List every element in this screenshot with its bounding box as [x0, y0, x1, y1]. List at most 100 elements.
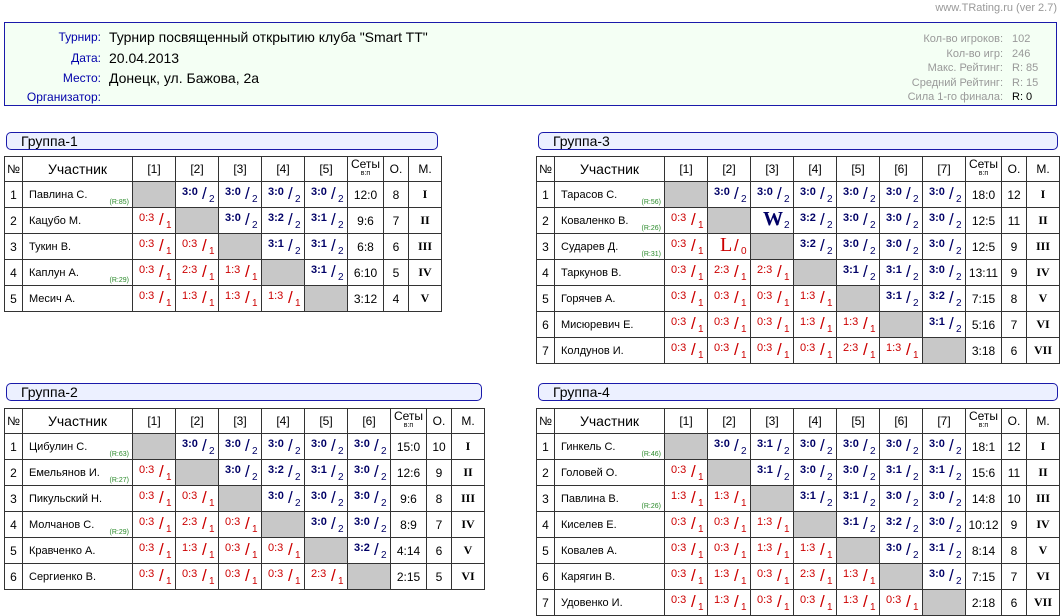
match-result-cell[interactable]: 3:1 /2 [836, 511, 880, 538]
match-result-cell[interactable]: 0:3 /1 [750, 589, 794, 616]
match-result-cell[interactable]: 2:3 /1 [707, 259, 751, 286]
participant-name[interactable]: Павлина С. (R:85) [22, 181, 133, 208]
match-result-cell[interactable]: L/0 [707, 233, 751, 260]
match-result-cell[interactable]: 3:0 /2 [793, 181, 837, 208]
participant-name[interactable]: Колдунов И. [554, 337, 665, 364]
match-result-cell[interactable]: 3:0 /2 [347, 459, 391, 486]
match-result-cell[interactable]: 3:1 /2 [750, 433, 794, 460]
match-result-cell[interactable]: 1:3 /1 [664, 485, 708, 512]
match-result-cell[interactable]: 0:3 /1 [664, 207, 708, 234]
match-result-cell[interactable]: 1:3 /1 [793, 285, 837, 312]
match-result-cell[interactable]: 3:0 /2 [218, 433, 262, 460]
match-result-cell[interactable]: 0:3 /1 [750, 337, 794, 364]
participant-name[interactable]: Кравченко А. [22, 537, 133, 564]
match-result-cell[interactable]: 3:0 /2 [707, 433, 751, 460]
match-result-cell[interactable]: 1:3 /1 [218, 285, 262, 312]
participant-name[interactable]: Таркунов В. [554, 259, 665, 286]
match-result-cell[interactable]: 0:3 /1 [175, 563, 219, 590]
match-result-cell[interactable]: 3:0 /2 [922, 563, 966, 590]
match-result-cell[interactable]: 0:3 /1 [707, 511, 751, 538]
match-result-cell[interactable]: 3:0 /2 [304, 181, 348, 208]
match-result-cell[interactable]: 0:3 /1 [664, 233, 708, 260]
match-result-cell[interactable]: 3:0 /2 [879, 181, 923, 208]
match-result-cell[interactable]: 3:0 /2 [793, 459, 837, 486]
match-result-cell[interactable]: 1:3 /1 [261, 285, 305, 312]
match-result-cell[interactable]: 0:3 /1 [132, 563, 176, 590]
match-result-cell[interactable]: 3:1 /2 [793, 485, 837, 512]
match-result-cell[interactable]: 0:3 /1 [175, 233, 219, 260]
match-result-cell[interactable]: 0:3 /1 [879, 589, 923, 616]
match-result-cell[interactable]: 0:3 /1 [707, 311, 751, 338]
match-result-cell[interactable]: 3:1 /2 [836, 485, 880, 512]
match-result-cell[interactable]: 3:0 /2 [922, 259, 966, 286]
match-result-cell[interactable]: 3:0 /2 [922, 485, 966, 512]
participant-name[interactable]: Головей О. [554, 459, 665, 486]
match-result-cell[interactable]: 3:0 /2 [347, 511, 391, 538]
match-result-cell[interactable]: 0:3 /1 [707, 285, 751, 312]
match-result-cell[interactable]: 0:3 /1 [132, 485, 176, 512]
match-result-cell[interactable]: 3:1 /2 [261, 233, 305, 260]
match-result-cell[interactable]: 3:0 /2 [175, 433, 219, 460]
match-result-cell[interactable]: 3:0 /2 [836, 459, 880, 486]
match-result-cell[interactable]: 0:3 /1 [218, 511, 262, 538]
match-result-cell[interactable]: 0:3 /1 [793, 337, 837, 364]
match-result-cell[interactable]: 1:3 /1 [175, 537, 219, 564]
match-result-cell[interactable]: 3:0 /2 [304, 511, 348, 538]
match-result-cell[interactable]: 0:3 /1 [750, 285, 794, 312]
match-result-cell[interactable]: 3:2 /2 [922, 285, 966, 312]
match-result-cell[interactable]: 3:0 /2 [836, 181, 880, 208]
match-result-cell[interactable]: 3:1 /2 [879, 285, 923, 312]
match-result-cell[interactable]: 3:2 /2 [347, 537, 391, 564]
match-result-cell[interactable]: 3:0 /2 [879, 485, 923, 512]
match-result-cell[interactable]: 3:1 /2 [750, 459, 794, 486]
match-result-cell[interactable]: 0:3 /1 [664, 563, 708, 590]
match-result-cell[interactable]: 0:3 /1 [132, 511, 176, 538]
participant-name[interactable]: Ковалев А. [554, 537, 665, 564]
match-result-cell[interactable]: 2:3 /1 [793, 563, 837, 590]
participant-name[interactable]: Тукин В. [22, 233, 133, 260]
participant-name[interactable]: Сергиенко В. [22, 563, 133, 590]
match-result-cell[interactable]: 0:3 /1 [132, 459, 176, 486]
match-result-cell[interactable]: 1:3 /1 [175, 285, 219, 312]
match-result-cell[interactable]: 3:0 /2 [218, 207, 262, 234]
match-result-cell[interactable]: 1:3 /1 [707, 589, 751, 616]
match-result-cell[interactable]: 0:3 /1 [793, 589, 837, 616]
match-result-cell[interactable]: 1:3 /1 [750, 511, 794, 538]
match-result-cell[interactable]: 3:1 /2 [304, 259, 348, 286]
match-result-cell[interactable]: 3:2 /2 [793, 207, 837, 234]
participant-name[interactable]: Цибулин С. (R:63) [22, 433, 133, 460]
match-result-cell[interactable]: 3:0 /2 [347, 433, 391, 460]
match-result-cell[interactable]: 3:0 /2 [261, 181, 305, 208]
match-result-cell[interactable]: 3:1 /2 [304, 459, 348, 486]
match-result-cell[interactable]: 0:3 /1 [132, 259, 176, 286]
match-result-cell[interactable]: 0:3 /1 [664, 459, 708, 486]
match-result-cell[interactable]: 2:3 /1 [175, 511, 219, 538]
participant-name[interactable]: Каплун А. (R:29) [22, 259, 133, 286]
match-result-cell[interactable]: 1:3 /1 [218, 259, 262, 286]
match-result-cell[interactable]: 0:3 /1 [132, 233, 176, 260]
participant-name[interactable]: Емельянов И. (R:27) [22, 459, 133, 486]
match-result-cell[interactable]: 1:3 /1 [793, 311, 837, 338]
match-result-cell[interactable]: 3:0 /2 [347, 485, 391, 512]
match-result-cell[interactable]: 3:0 /2 [922, 233, 966, 260]
match-result-cell[interactable]: 3:0 /2 [304, 433, 348, 460]
match-result-cell[interactable]: 3:1 /2 [879, 259, 923, 286]
match-result-cell[interactable]: 3:1 /2 [922, 311, 966, 338]
match-result-cell[interactable]: 1:3 /1 [793, 537, 837, 564]
participant-name[interactable]: Удовенко И. [554, 589, 665, 616]
match-result-cell[interactable]: 3:1 /2 [922, 459, 966, 486]
match-result-cell[interactable]: 0:3 /1 [175, 485, 219, 512]
match-result-cell[interactable]: 0:3 /1 [750, 563, 794, 590]
match-result-cell[interactable]: 3:0 /2 [218, 459, 262, 486]
participant-name[interactable]: Горячев А. [554, 285, 665, 312]
participant-name[interactable]: Киселев Е. [554, 511, 665, 538]
match-result-cell[interactable]: 3:0 /2 [261, 485, 305, 512]
match-result-cell[interactable]: 3:0 /2 [750, 181, 794, 208]
match-result-cell[interactable]: 0:3 /1 [664, 337, 708, 364]
participant-name[interactable]: Месич А. [22, 285, 133, 312]
match-result-cell[interactable]: 3:0 /2 [879, 537, 923, 564]
match-result-cell[interactable]: 3:1 /2 [304, 207, 348, 234]
match-result-cell[interactable]: 0:3 /1 [132, 207, 176, 234]
match-result-cell[interactable]: 3:0 /2 [793, 433, 837, 460]
match-result-cell[interactable]: 3:0 /2 [836, 207, 880, 234]
